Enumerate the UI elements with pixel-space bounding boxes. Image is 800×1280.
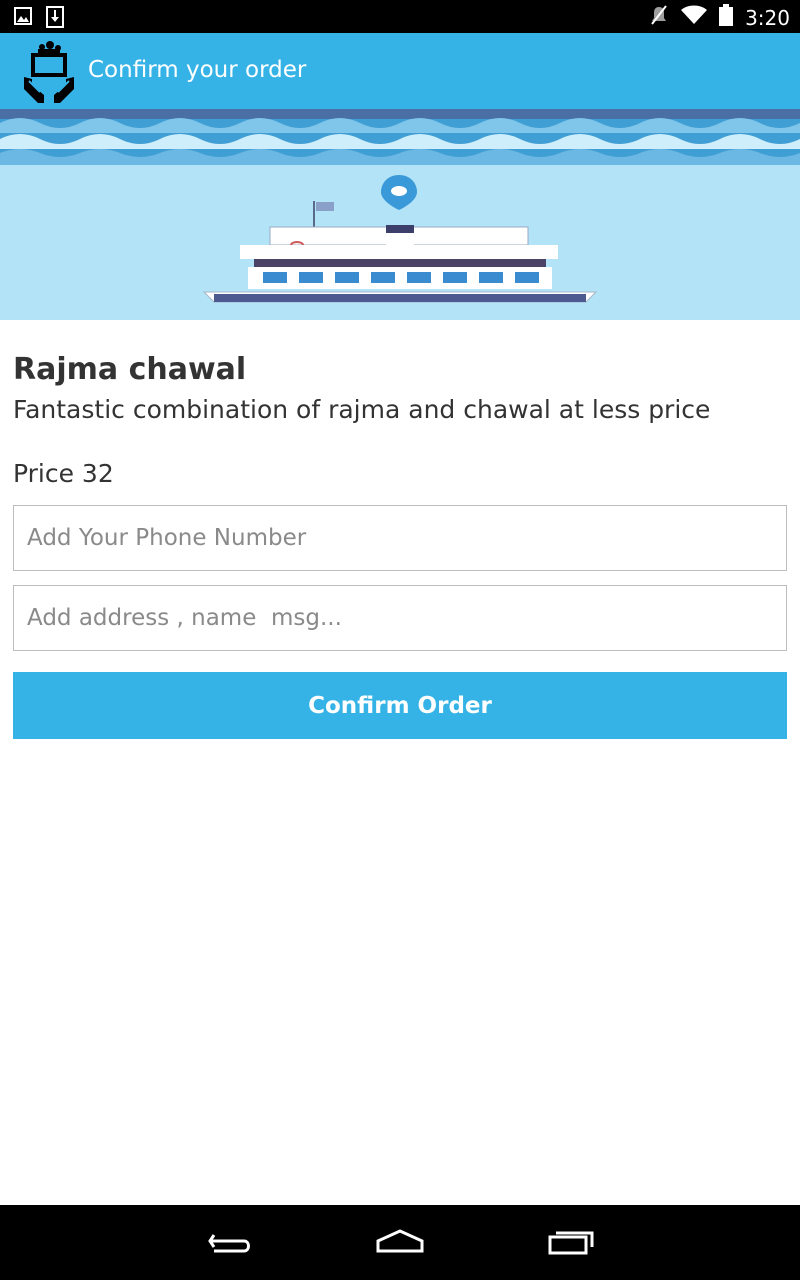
phone-number-input[interactable]	[13, 505, 787, 571]
product-price: Price 32	[13, 459, 114, 488]
navigation-bar	[0, 1205, 800, 1280]
address-input[interactable]	[13, 585, 787, 651]
download-icon	[46, 6, 64, 33]
battery-icon	[719, 4, 734, 31]
mute-icon	[649, 4, 669, 31]
banner-image	[0, 109, 800, 320]
confirm-order-button[interactable]: Confirm Order	[13, 672, 787, 739]
product-description: Fantastic combination of rajma and chawa…	[13, 395, 711, 424]
app-bar: Confirm your order	[0, 33, 800, 109]
gallery-icon	[14, 6, 32, 33]
wifi-icon	[681, 5, 708, 30]
home-icon[interactable]	[370, 1225, 430, 1261]
status-bar: 3:20	[0, 0, 800, 33]
status-time: 3:20	[745, 5, 790, 30]
recents-icon[interactable]	[542, 1225, 602, 1261]
serving-hands-logo-icon[interactable]	[20, 37, 78, 105]
back-icon[interactable]	[200, 1225, 260, 1261]
app-title: Confirm your order	[88, 57, 307, 83]
product-name: Rajma chawal	[13, 352, 247, 387]
